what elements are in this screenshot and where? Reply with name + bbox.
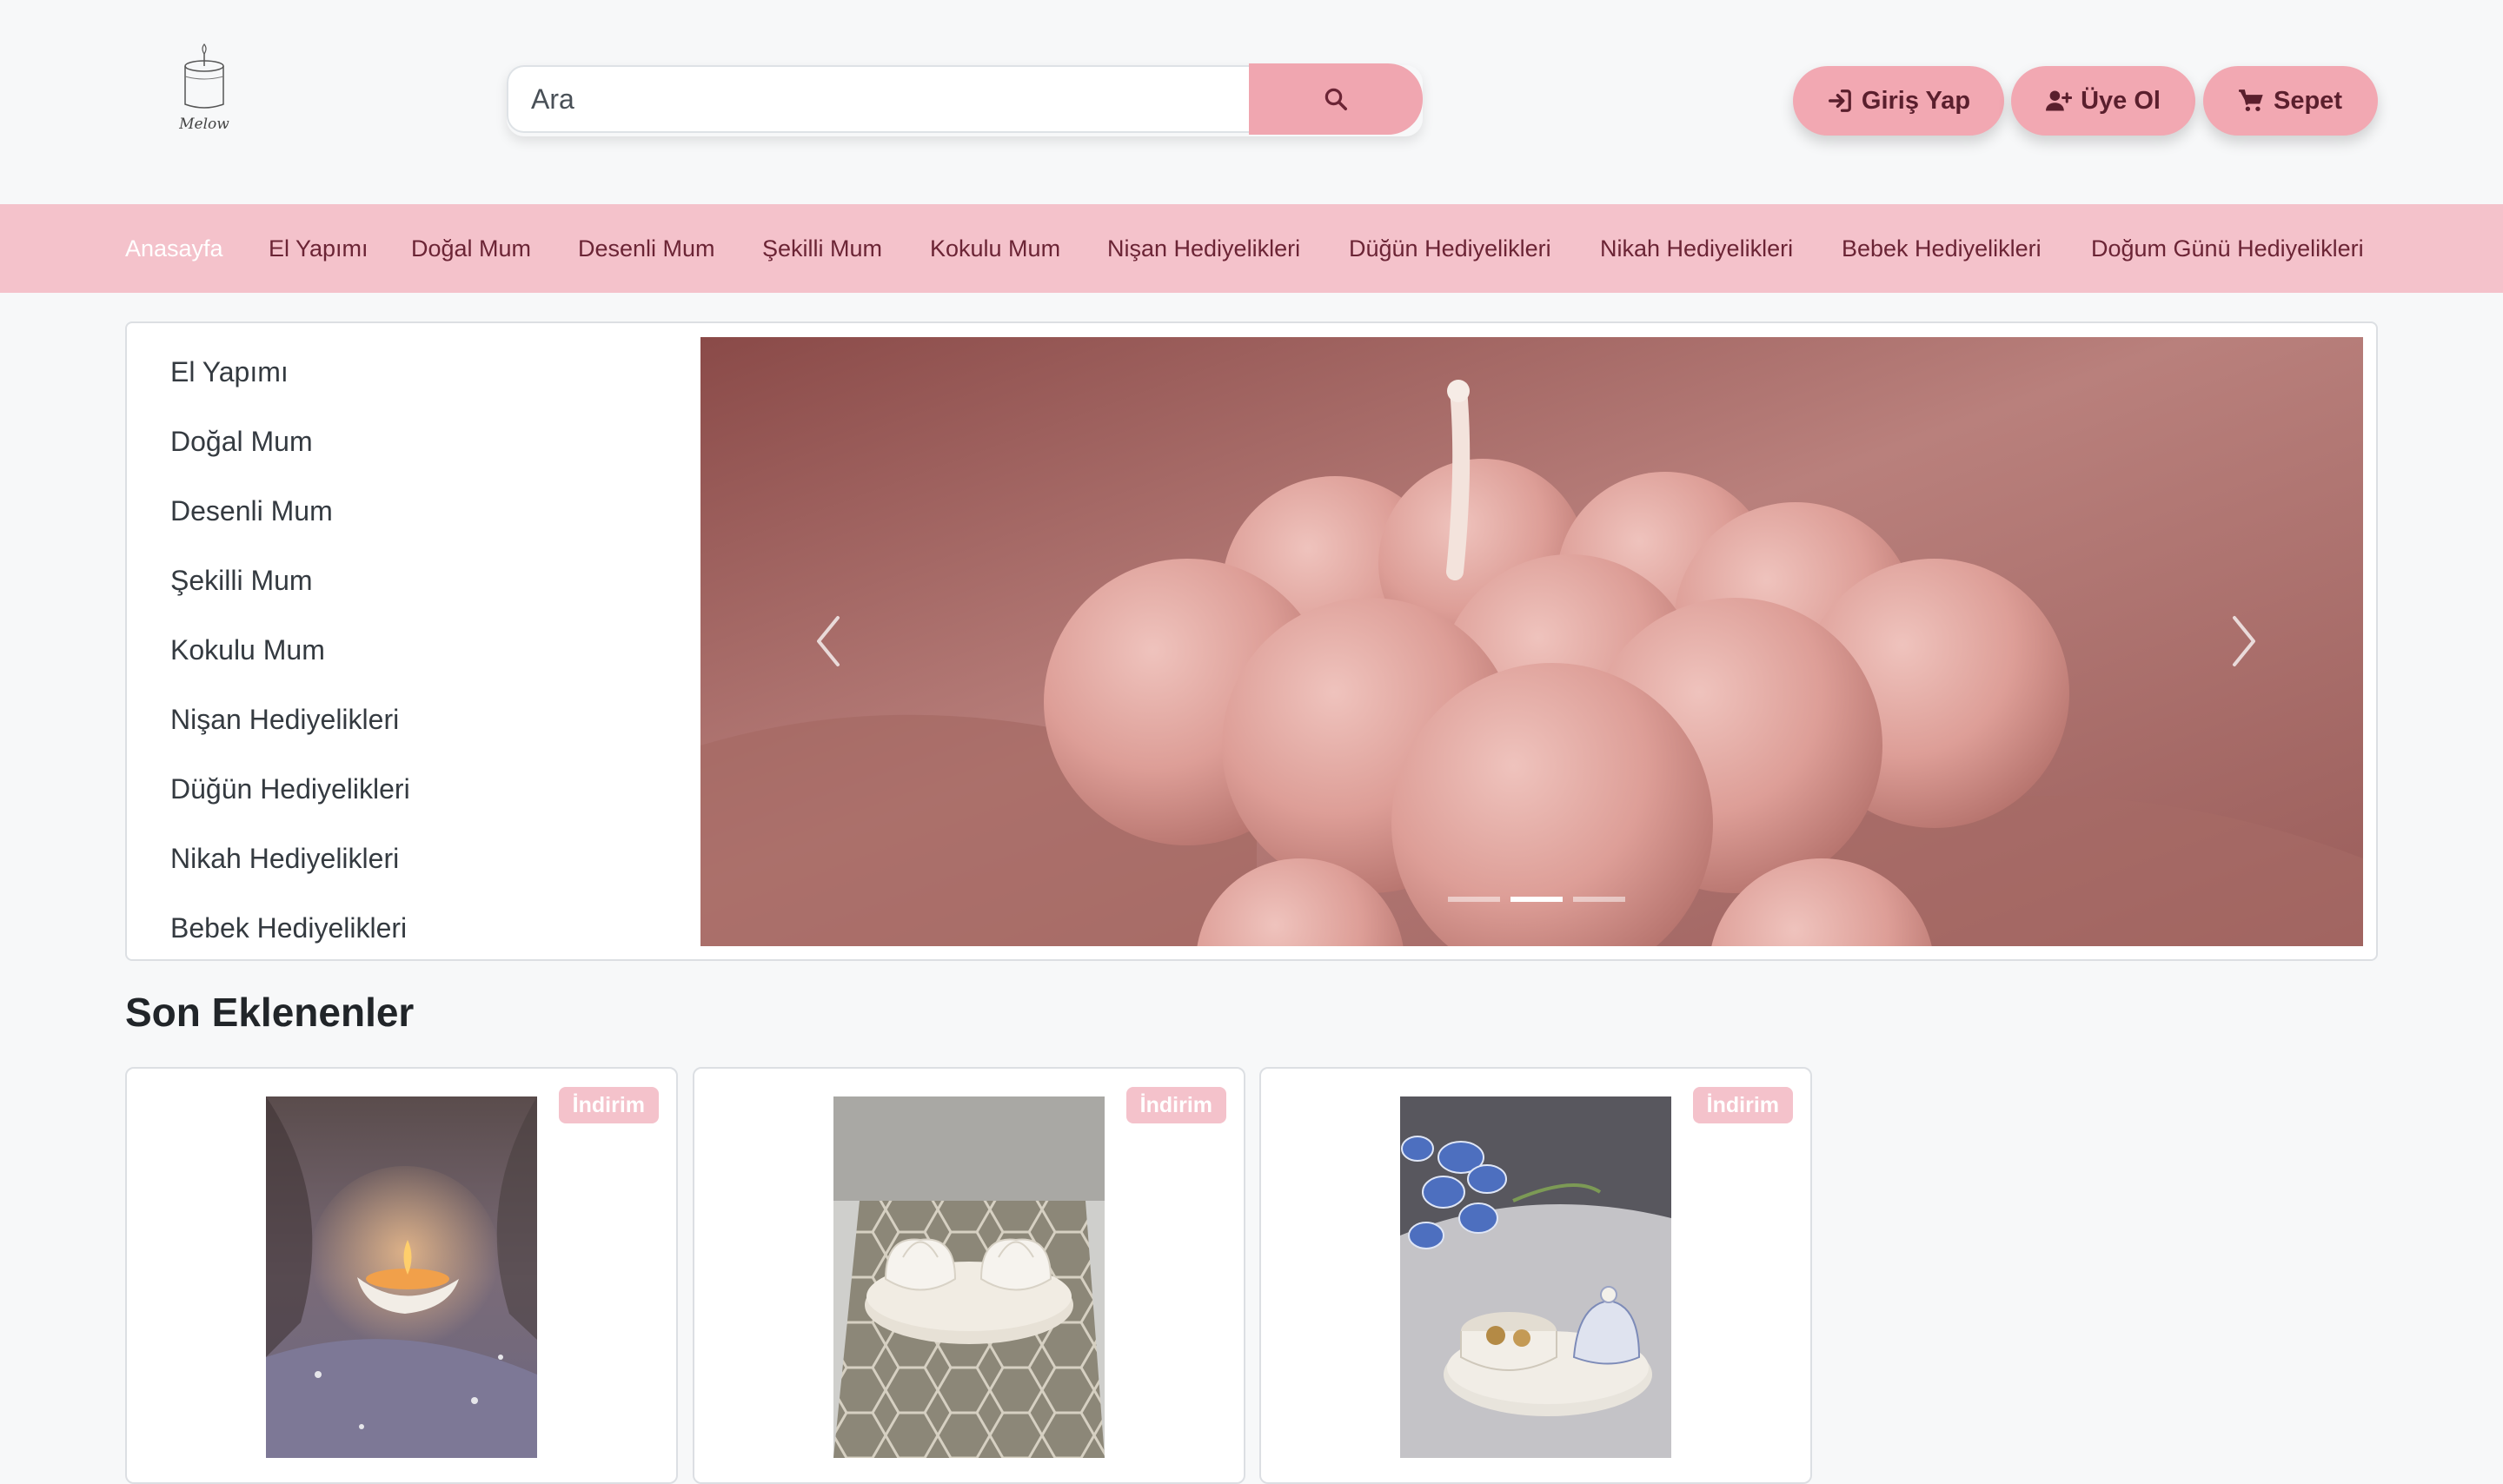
cart-icon: [2239, 89, 2263, 111]
nav-item-desenli-mum[interactable]: Desenli Mum: [578, 204, 715, 293]
carousel-indicator-3[interactable]: [1573, 897, 1625, 902]
sign-in-icon: [1828, 89, 1851, 112]
nav-item-sekilli-mum[interactable]: Şekilli Mum: [762, 204, 882, 293]
bubble-candle-image: [700, 337, 2363, 946]
hero-carousel[interactable]: [700, 337, 2363, 946]
category-item-sekilli-mum[interactable]: Şekilli Mum: [170, 565, 313, 597]
product-image-lotus-holders[interactable]: [833, 1096, 1105, 1458]
category-item-nisan-hediyelikleri[interactable]: Nişan Hediyelikleri: [170, 704, 399, 736]
search-bar: [507, 63, 1423, 136]
carousel-prev-button[interactable]: [803, 598, 855, 685]
main-nav: Anasayfa El Yapımı Doğal Mum Desenli Mum…: [0, 204, 2503, 293]
nav-item-dogum-gunu-hediyelikleri[interactable]: Doğum Günü Hediyelikleri: [2091, 204, 2364, 293]
logo-wordmark: Melow: [178, 116, 229, 133]
lotus-candle-holders-image: [833, 1096, 1105, 1458]
chevron-left-icon: [817, 616, 840, 666]
section-title-latest: Son Eklenenler: [125, 990, 415, 1035]
search-input[interactable]: [507, 65, 1249, 133]
nav-item-anasayfa[interactable]: Anasayfa: [125, 204, 223, 293]
product-image-orchid-jar[interactable]: [1400, 1096, 1671, 1458]
lit-shell-candle-image: [266, 1096, 537, 1458]
nav-item-bebek-hediyelikleri[interactable]: Bebek Hediyelikleri: [1842, 204, 2042, 293]
nav-item-dugun-hediyelikleri[interactable]: Düğün Hediyelikleri: [1349, 204, 1551, 293]
product-card[interactable]: İndirim: [125, 1067, 678, 1484]
user-plus-icon: [2046, 90, 2073, 111]
product-card[interactable]: İndirim: [1259, 1067, 1812, 1484]
nav-item-nisan-hediyelikleri[interactable]: Nişan Hediyelikleri: [1107, 204, 1300, 293]
cart-button[interactable]: Sepet: [2203, 66, 2378, 136]
discount-badge: İndirim: [1692, 1087, 1793, 1123]
search-icon: [1325, 88, 1347, 110]
site-header: Melow Giriş Yap Üye Ol: [0, 0, 2503, 204]
search-button[interactable]: [1249, 63, 1423, 135]
category-item-dogal-mum[interactable]: Doğal Mum: [170, 426, 313, 458]
chevron-right-icon: [2233, 616, 2255, 666]
register-label: Üye Ol: [2081, 86, 2161, 115]
discount-badge: İndirim: [558, 1087, 659, 1123]
category-item-kokulu-mum[interactable]: Kokulu Mum: [170, 634, 325, 666]
product-image-lit-candle[interactable]: [266, 1096, 537, 1458]
nav-item-kokulu-mum[interactable]: Kokulu Mum: [930, 204, 1060, 293]
carousel-indicator-1[interactable]: [1448, 897, 1500, 902]
discount-badge: İndirim: [1125, 1087, 1226, 1123]
nav-item-el-yapimi[interactable]: El Yapımı: [269, 204, 368, 293]
hero-panel: El Yapımı Doğal Mum Desenli Mum Şekilli …: [125, 321, 2378, 961]
category-item-desenli-mum[interactable]: Desenli Mum: [170, 495, 333, 527]
login-button[interactable]: Giriş Yap: [1793, 66, 2004, 136]
carousel-next-button[interactable]: [2217, 598, 2269, 685]
login-label: Giriş Yap: [1861, 86, 1971, 115]
product-card[interactable]: İndirim: [693, 1067, 1245, 1484]
orchid-jar-tray-image: [1400, 1096, 1671, 1458]
category-item-bebek-hediyelikleri[interactable]: Bebek Hediyelikleri: [170, 912, 407, 944]
cart-label: Sepet: [2274, 86, 2342, 115]
nav-item-dogal-mum[interactable]: Doğal Mum: [411, 204, 531, 293]
carousel-indicator-2[interactable]: [1510, 897, 1563, 902]
brand-logo[interactable]: Melow: [165, 42, 243, 137]
category-item-el-yapimi[interactable]: El Yapımı: [170, 356, 289, 388]
category-item-nikah-hediyelikleri[interactable]: Nikah Hediyelikleri: [170, 843, 399, 875]
nav-item-nikah-hediyelikleri[interactable]: Nikah Hediyelikleri: [1600, 204, 1793, 293]
category-item-dugun-hediyelikleri[interactable]: Düğün Hediyelikleri: [170, 773, 410, 805]
candle-logo-icon: Melow: [178, 43, 229, 133]
register-button[interactable]: Üye Ol: [2011, 66, 2195, 136]
